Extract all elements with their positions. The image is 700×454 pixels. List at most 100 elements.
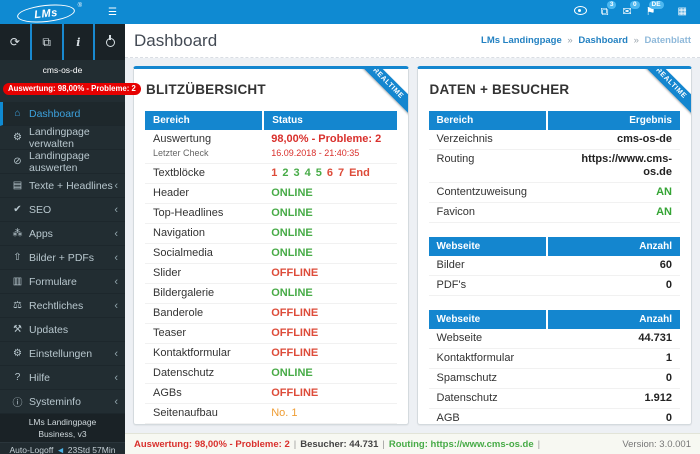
row-label: Kontaktformular	[428, 348, 547, 369]
sidebar-item-systeminfo[interactable]: ⓘ Systeminfo ‹	[0, 390, 125, 414]
sidebar-item-label: Landingpage verwalten	[29, 125, 90, 150]
textblock-token[interactable]: 2	[282, 167, 288, 179]
daten-table-2: Webseite Anzahl Bilder 60 PDF's 0	[428, 237, 680, 296]
textblock-token[interactable]: 4	[305, 167, 311, 179]
textblock-token[interactable]: 7	[338, 167, 344, 179]
row-subvalue: 16.09.2018 - 21:40:35	[271, 148, 360, 158]
breadcrumb-separator: »	[567, 35, 573, 46]
chevron-left-icon: ‹	[114, 371, 118, 384]
textblock-token[interactable]: 3	[293, 167, 299, 179]
sidebar-item-hilfe[interactable]: ? Hilfe ‹	[0, 366, 125, 390]
row-label: Navigation	[145, 223, 264, 244]
table-header-row: Webseite Anzahl	[428, 310, 680, 329]
auto-logoff-row: Auto-Logoff ◄ 23Std 57Min	[0, 442, 125, 454]
status-bar: Auswertung: 98,00% - Probleme: 2 | Besuc…	[125, 433, 700, 454]
chevron-left-icon: ‹	[114, 203, 118, 216]
textblock-token[interactable]: End	[349, 167, 370, 179]
row-label: Routing	[428, 149, 547, 183]
preview-eye-icon[interactable]	[573, 6, 587, 18]
row-value: 1	[546, 348, 680, 369]
version-label: Version: 3.0.001	[622, 438, 691, 450]
chevron-left-icon: ‹	[114, 251, 118, 264]
pages-icon[interactable]: ⧉ 3	[601, 0, 617, 18]
row-value: AN	[546, 202, 680, 223]
logo-ellipse: LMs	[16, 1, 76, 25]
table-row: Datenschutz 1.912	[428, 388, 680, 409]
row-value: cms-os-de	[546, 130, 680, 150]
power-icon	[105, 34, 115, 47]
realtime-ribbon-box: REALTIME	[345, 69, 408, 130]
gear-icon: ⚙	[13, 132, 22, 143]
row-label: Kontaktformular	[145, 343, 264, 364]
row-value: 98,00% - Probleme: 2	[271, 133, 382, 145]
refresh-button[interactable]: ⟳	[0, 24, 30, 60]
row-label: Bilder	[428, 256, 547, 276]
table-row: Bilder 60	[428, 256, 680, 276]
row-value: 60	[546, 256, 680, 276]
upload-icon: ⇧	[13, 252, 22, 263]
brand-line1: LMs Landingpage	[28, 417, 97, 427]
table-row: Spamschutz 0	[428, 368, 680, 389]
sidebar-item-label: Formulare	[29, 275, 77, 288]
textblock-token[interactable]: 1	[271, 167, 277, 179]
table-row: Kontaktformular 1	[428, 348, 680, 369]
row-value: AN	[546, 182, 680, 203]
sidebar-item-formulare[interactable]: ▥ Formulare ‹	[0, 270, 125, 294]
sidebar-item-bilder-pdfs[interactable]: ⇧ Bilder + PDFs ‹	[0, 246, 125, 270]
row-label: Header	[145, 183, 264, 204]
status-routing[interactable]: Routing: https://www.cms-os.de	[389, 439, 534, 450]
status-separator: |	[293, 438, 297, 450]
check-icon: ✔	[13, 204, 22, 215]
sidebar-item-landingpage-auswerten[interactable]: ⊘ Landingpage auswerten	[0, 150, 125, 174]
sidebar-brand: LMs Landingpage Business, v3	[0, 414, 125, 442]
breadcrumb-home[interactable]: LMs Landingpage	[481, 35, 562, 46]
table-row: Favicon AN	[428, 202, 680, 223]
row-label: Banderole	[145, 303, 264, 324]
app-logo[interactable]: LMs ®	[0, 1, 92, 25]
sidebar-toggle-icon[interactable]: ☰	[108, 7, 117, 18]
table-row: Teaser OFFLINE	[145, 323, 397, 344]
textblock-token[interactable]: 6	[327, 167, 333, 179]
sidebar-item-rechtliches[interactable]: ⚖ Rechtliches ‹	[0, 294, 125, 318]
textblock-token[interactable]: 5	[316, 167, 322, 179]
table-row: Contentzuweisung AN	[428, 182, 680, 203]
logo-text: LMs	[33, 5, 59, 21]
row-label: Teaser	[145, 323, 264, 344]
table-row: PDF's 0	[428, 275, 680, 296]
row-value: https://www.cms-os.de	[546, 149, 680, 183]
row-label: Socialmedia	[145, 243, 264, 264]
apps-grid-icon[interactable]: ▦	[678, 7, 687, 17]
table-header-row: Webseite Anzahl	[428, 237, 680, 256]
breadcrumb-dashboard[interactable]: Dashboard	[578, 35, 628, 46]
chevron-left-icon: ‹	[114, 299, 118, 312]
power-button[interactable]	[93, 24, 125, 60]
sidebar-item-landingpage-verwalten[interactable]: ⚙ Landingpage verwalten	[0, 126, 125, 150]
main-area: Dashboard LMs Landingpage » Dashboard » …	[125, 24, 700, 433]
row-label: AGB	[428, 408, 547, 424]
table-row: Navigation ONLINE	[145, 223, 397, 244]
language-flag-icon[interactable]: ⚑ DE	[646, 0, 664, 18]
sidebar-item-dashboard[interactable]: ⌂ Dashboard	[0, 102, 125, 126]
flag-badge: DE	[648, 0, 664, 9]
mail-icon[interactable]: ✉ 0	[622, 0, 640, 18]
status-value: ONLINE	[271, 187, 313, 199]
table-row: Verzeichnis cms-os-de	[428, 130, 680, 150]
sidebar-item-seo[interactable]: ✔ SEO ‹	[0, 198, 125, 222]
sidebar-item-label: SEO	[29, 203, 52, 216]
info-button[interactable]: i	[61, 24, 94, 60]
daten-table-3: Webseite Anzahl Webseite 44.731 Kontaktfo…	[428, 310, 680, 424]
row-value: 44.731	[546, 329, 680, 349]
sidebar-item-einstellungen[interactable]: ⚙ Einstellungen ‹	[0, 342, 125, 366]
mail-badge: 0	[630, 0, 640, 9]
sidebar-item-label: Hilfe	[29, 371, 51, 384]
status-separator: |	[537, 438, 541, 450]
sidebar-item-label: Updates	[29, 323, 69, 336]
realtime-ribbon-box: REALTIME	[628, 69, 692, 130]
table-row: Webseite 44.731	[428, 329, 680, 349]
evaluation-alert-badge[interactable]: Auswertung: 98,00% - Probleme: 2	[3, 82, 141, 95]
sidebar-item-apps[interactable]: ⁂ Apps ‹	[0, 222, 125, 246]
row-value: 0	[546, 368, 680, 389]
sidebar-item-texte-headlines[interactable]: ▤ Texte + Headlines ‹	[0, 174, 125, 198]
copy-pages-button[interactable]: ⧉	[29, 24, 62, 60]
sidebar-item-updates[interactable]: ⚒ Updates	[0, 318, 125, 342]
